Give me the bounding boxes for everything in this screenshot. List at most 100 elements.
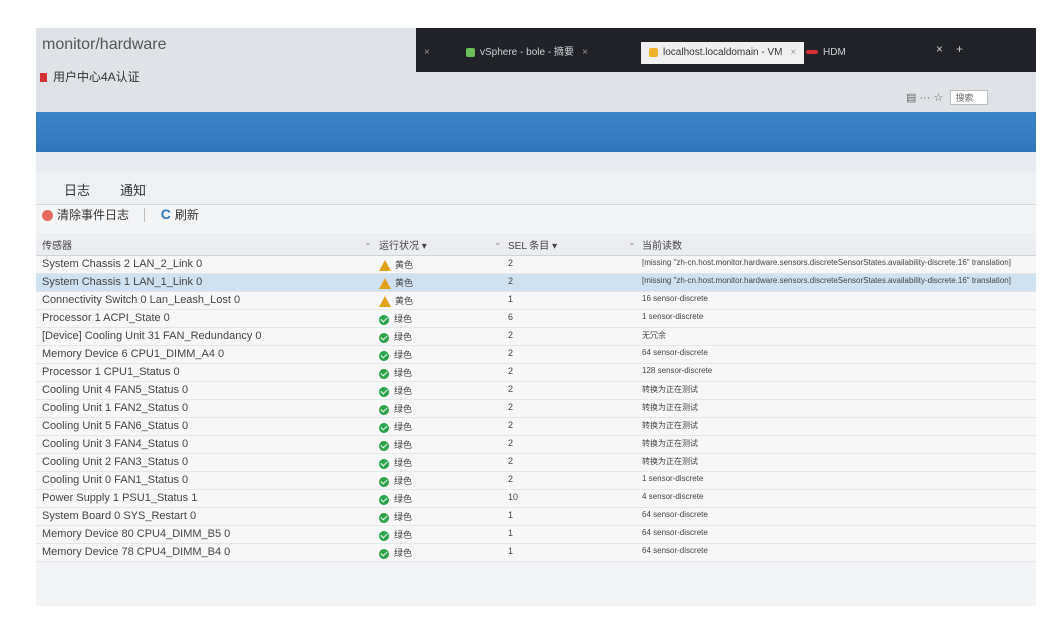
browser-tab-hdm[interactable]: HDM <box>806 42 846 64</box>
check-circle-icon <box>379 350 389 361</box>
table-row[interactable]: Cooling Unit 4 FAN5_Status 0 绿色 2 转换为正在测试 <box>36 382 1036 400</box>
column-menu-icon[interactable]: ⌄ <box>628 237 636 248</box>
status-label: 绿色 <box>394 350 413 360</box>
column-header-status[interactable]: 运行状况 ▾ <box>379 237 427 252</box>
current-reading: 64 sensor-discrete <box>642 546 708 555</box>
sensor-name: Connectivity Switch 0 Lan_Leash_Lost 0 <box>42 294 241 306</box>
search-input[interactable]: 搜索 <box>950 90 989 105</box>
table-row[interactable]: System Board 0 SYS_Restart 0 绿色 1 64 sensor… <box>36 508 1036 526</box>
refresh-label: 刷新 <box>174 208 199 222</box>
table-row[interactable]: System Chassis 2 LAN_2_Link 0 黄色 2 [missing… <box>36 256 1036 274</box>
table-header: 传感器 ⌄ 运行状况 ▾ ⌄ SEL 条目 ▾ ⌄ 当前读数 <box>36 233 1036 256</box>
status-cell: 绿色 <box>379 366 412 379</box>
sel-count: 10 <box>508 492 519 502</box>
browser-tab-localhost[interactable]: localhost.localdomain - VM × <box>641 42 805 64</box>
sel-count: 1 <box>508 528 514 538</box>
status-cell: 黄色 <box>379 294 413 308</box>
tab-strip: × vSphere - bole - 摘要 × localhost.localdo… <box>416 28 1036 72</box>
close-tab-icon[interactable]: × <box>424 47 430 58</box>
status-cell: 黄色 <box>379 258 414 272</box>
sensor-name: Cooling Unit 4 FAN5_Status 0 <box>42 384 189 396</box>
status-cell: 绿色 <box>379 492 412 505</box>
check-circle-icon <box>379 440 389 451</box>
status-label: 绿色 <box>394 476 413 486</box>
status-label: 绿色 <box>394 458 413 468</box>
tab-label: HDM <box>823 47 846 58</box>
new-tab-button[interactable]: + <box>956 42 963 56</box>
browser-chrome: monitor/hardware 用户中心4A认证 × vSphere - bo… <box>36 28 1036 112</box>
current-reading: 64 sensor-discrete <box>642 348 708 357</box>
current-reading: 1 sensor-discrete <box>642 474 704 483</box>
browser-tab-previous-close[interactable]: × <box>416 42 430 64</box>
bookmark-label: 用户中心4A认证 <box>53 70 140 84</box>
close-icon[interactable]: × <box>936 42 943 56</box>
tab-label: localhost.localdomain - VM <box>663 47 783 58</box>
check-circle-icon <box>379 548 389 559</box>
sensor-name: [Device] Cooling Unit 31 FAN_Redundancy … <box>42 330 262 342</box>
status-label: 绿色 <box>394 368 413 378</box>
bookmark-icon <box>40 73 47 83</box>
status-label: 绿色 <box>394 512 413 522</box>
status-label: 黄色 <box>395 260 414 270</box>
sel-count: 2 <box>508 384 514 394</box>
tab-logs[interactable]: 日志 <box>64 180 90 199</box>
status-cell: 绿色 <box>379 384 412 397</box>
sensor-name: Memory Device 78 CPU4_DIMM_B4 0 <box>42 546 231 558</box>
column-header-value[interactable]: 当前读数 <box>642 237 682 252</box>
column-header-sel[interactable]: SEL 条目 ▾ <box>508 237 557 252</box>
sensor-name: System Board 0 SYS_Restart 0 <box>42 510 197 522</box>
address-bar[interactable]: monitor/hardware <box>42 36 167 54</box>
sensor-name: Processor 1 CPU1_Status 0 <box>42 366 180 378</box>
refresh-button[interactable]: C 刷新 <box>161 206 199 223</box>
vsphere-icon <box>466 47 475 57</box>
status-label: 黄色 <box>395 278 414 288</box>
content-tabs: 日志 通知 <box>36 172 1036 205</box>
table-row[interactable]: Cooling Unit 2 FAN3_Status 0 绿色 2 转换为正在测试 <box>36 454 1036 472</box>
column-menu-icon[interactable]: ⌄ <box>364 237 372 248</box>
column-menu-icon[interactable]: ⌄ <box>494 237 502 248</box>
column-header-sensor[interactable]: 传感器 <box>42 237 72 252</box>
table-row[interactable]: Memory Device 78 CPU4_DIMM_B4 0 绿色 1 64 sen… <box>36 544 1036 562</box>
clear-log-label: 清除事件日志 <box>57 208 130 222</box>
sel-count: 2 <box>508 456 514 466</box>
sensor-name: Cooling Unit 0 FAN1_Status 0 <box>42 474 189 486</box>
browser-tab-vsphere[interactable]: vSphere - bole - 摘要 × <box>466 42 588 64</box>
table-row[interactable]: Cooling Unit 5 FAN6_Status 0 绿色 2 转换为正在测试 <box>36 418 1036 436</box>
clear-log-button[interactable]: 清除事件日志 <box>42 206 129 223</box>
tab-notifications[interactable]: 通知 <box>120 180 146 199</box>
more-icon[interactable]: ··· <box>919 92 930 104</box>
reader-icon[interactable]: ▤ <box>906 92 916 104</box>
table-row[interactable]: Processor 1 ACPI_State 0 绿色 6 1 sensor-disc… <box>36 310 1036 328</box>
close-tab-icon[interactable]: × <box>582 47 588 58</box>
table-row[interactable]: Cooling Unit 1 FAN2_Status 0 绿色 2 转换为正在测试 <box>36 400 1036 418</box>
bookmark-item[interactable]: 用户中心4A认证 <box>40 68 140 85</box>
sensor-name: Cooling Unit 1 FAN2_Status 0 <box>42 402 189 414</box>
status-cell: 绿色 <box>379 330 412 343</box>
current-reading: 4 sensor-discrete <box>642 492 704 501</box>
current-reading: 无冗余 <box>642 331 666 340</box>
table-row[interactable]: Connectivity Switch 0 Lan_Leash_Lost 0 黄色… <box>36 292 1036 310</box>
close-tab-icon[interactable]: × <box>791 47 797 58</box>
table-row[interactable]: Power Supply 1 PSU1_Status 1 绿色 10 4 sensor… <box>36 490 1036 508</box>
sel-count: 2 <box>508 348 514 358</box>
status-label: 绿色 <box>394 530 413 540</box>
current-reading: 转换为正在测试 <box>642 385 698 394</box>
sel-count: 1 <box>508 546 514 556</box>
table-row[interactable]: Processor 1 CPU1_Status 0 绿色 2 128 sensor-d… <box>36 364 1036 382</box>
table-row[interactable]: Memory Device 6 CPU1_DIMM_A4 0 绿色 2 64 sens… <box>36 346 1036 364</box>
table-row[interactable]: Cooling Unit 3 FAN4_Status 0 绿色 2 转换为正在测试 <box>36 436 1036 454</box>
star-icon[interactable]: ☆ <box>934 92 944 104</box>
check-circle-icon <box>379 404 389 415</box>
status-cell: 绿色 <box>379 312 412 325</box>
table-row[interactable]: System Chassis 1 LAN_1_Link 0 黄色 2 [missing… <box>36 274 1036 292</box>
check-circle-icon <box>379 494 389 505</box>
sensor-name: Memory Device 6 CPU1_DIMM_A4 0 <box>42 348 225 360</box>
sel-count: 1 <box>508 294 514 304</box>
tab-label: vSphere - bole - 摘要 <box>480 47 574 58</box>
table-row[interactable]: Cooling Unit 0 FAN1_Status 0 绿色 2 1 sensor-… <box>36 472 1036 490</box>
app-header <box>36 112 1036 152</box>
check-circle-icon <box>379 386 389 397</box>
check-circle-icon <box>379 458 389 469</box>
table-row[interactable]: [Device] Cooling Unit 31 FAN_Redundancy … <box>36 328 1036 346</box>
table-row[interactable]: Memory Device 80 CPU4_DIMM_B5 0 绿色 1 64 sen… <box>36 526 1036 544</box>
